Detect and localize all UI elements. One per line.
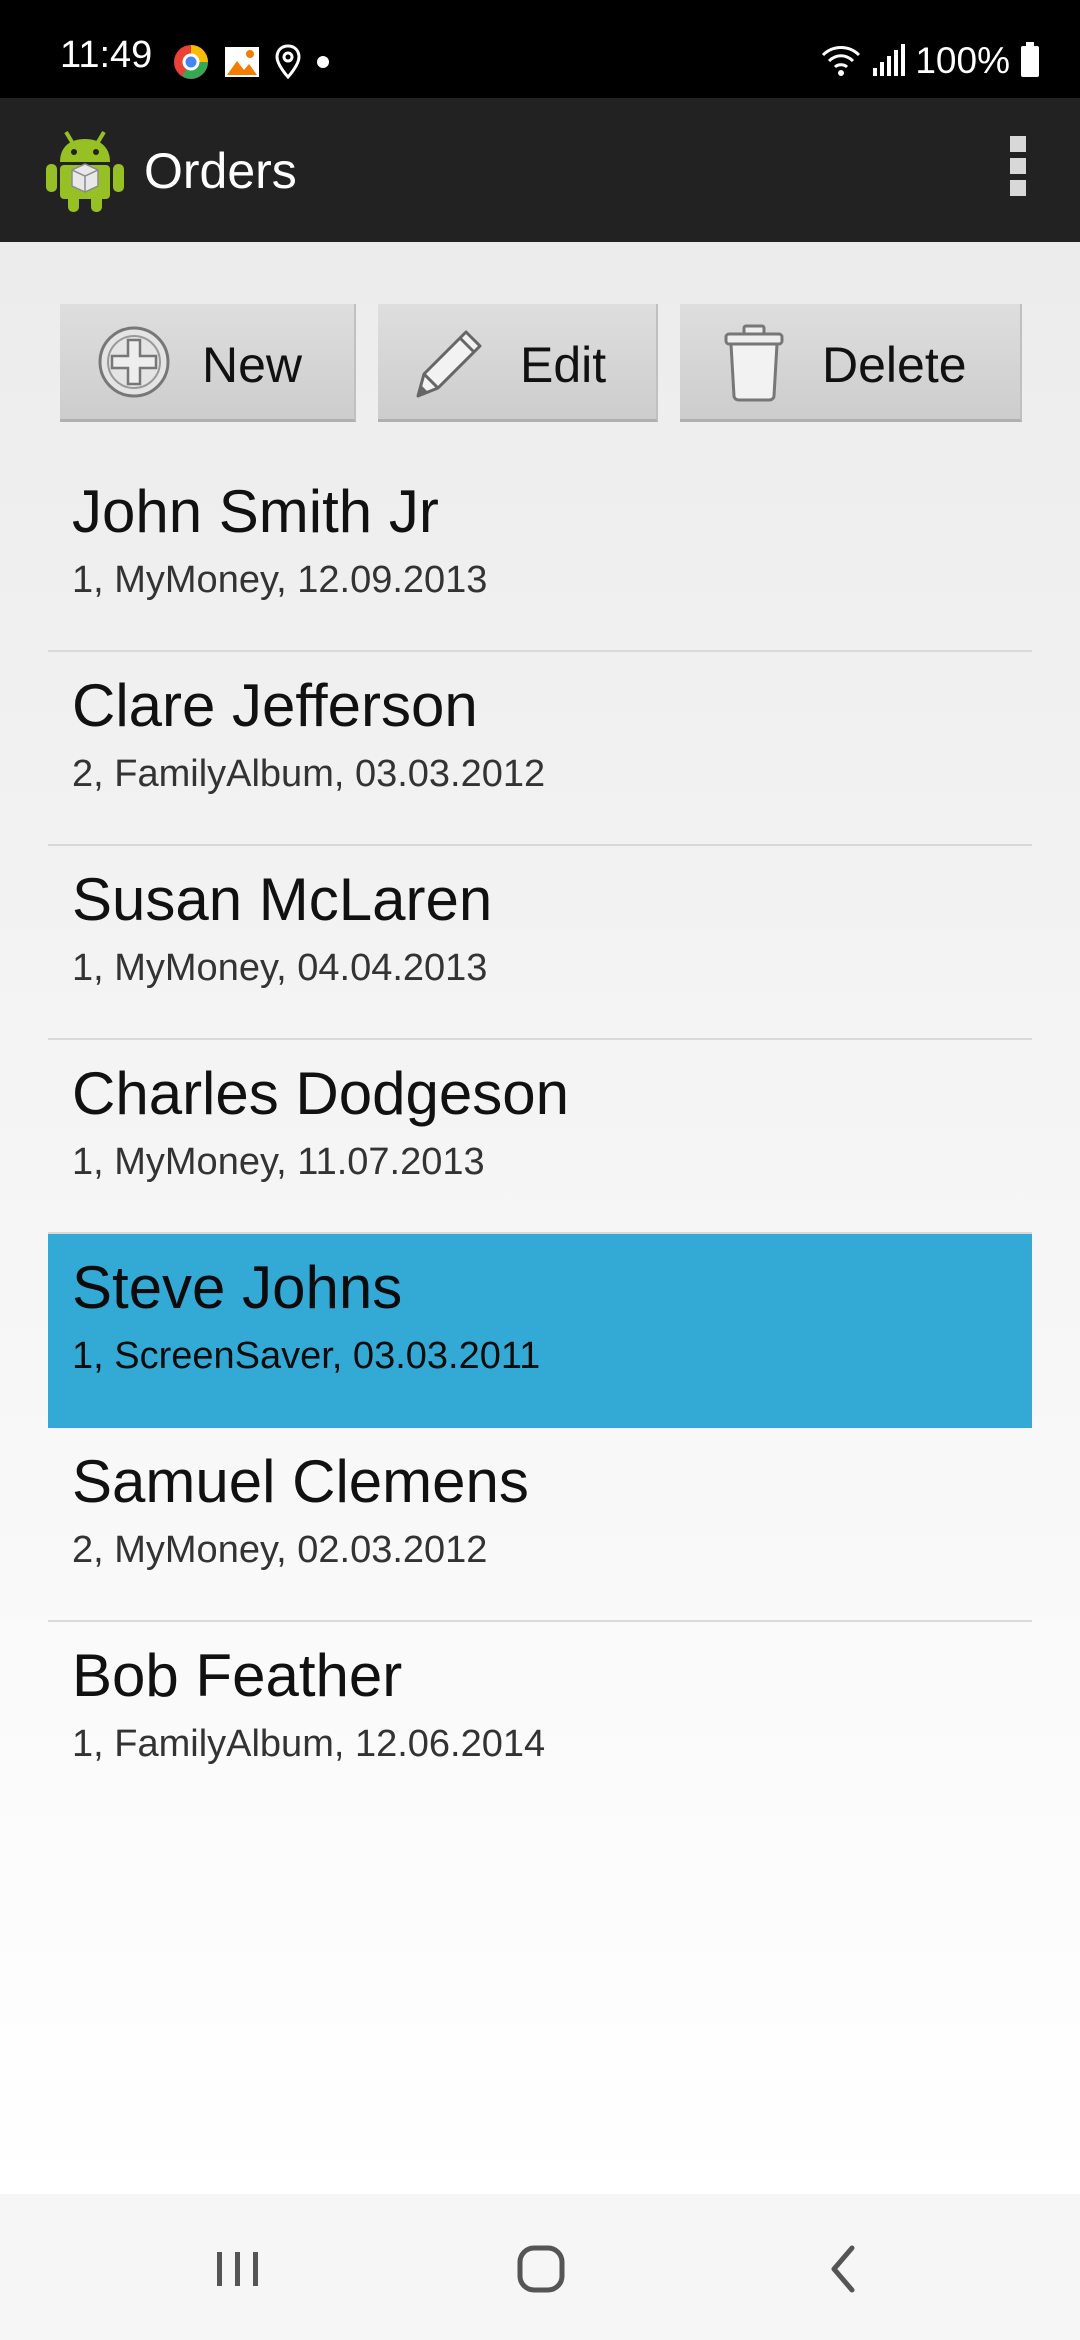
browser-icon — [174, 45, 208, 79]
list-item[interactable]: Samuel Clemens 2, MyMoney, 02.03.2012 — [48, 1428, 1032, 1622]
delete-button[interactable]: Delete — [680, 304, 1022, 422]
location-icon — [275, 44, 301, 80]
order-list: John Smith Jr 1, MyMoney, 12.09.2013 Cla… — [48, 458, 1032, 1816]
status-bar: 11:49 100% — [0, 0, 1080, 98]
signal-icon — [873, 44, 906, 76]
trash-icon — [724, 324, 784, 402]
order-details: 1, FamilyAlbum, 12.06.2014 — [72, 1723, 546, 1765]
page-title: Orders — [144, 143, 297, 199]
overflow-menu-icon[interactable] — [1006, 136, 1030, 202]
order-customer-name: Susan McLaren — [72, 866, 493, 933]
edit-button-label: Edit — [520, 337, 607, 393]
battery-percent: 100% — [915, 39, 1010, 81]
edit-button[interactable]: Edit — [378, 304, 658, 422]
wifi-icon — [822, 46, 861, 76]
order-details: 2, MyMoney, 02.03.2012 — [72, 1529, 488, 1571]
order-customer-name: Steve Johns — [72, 1254, 403, 1321]
list-item[interactable]: Charles Dodgeson 1, MyMoney, 11.07.2013 — [48, 1040, 1032, 1234]
dot-icon — [317, 56, 329, 68]
home-icon[interactable] — [506, 2234, 576, 2304]
order-customer-name: Samuel Clemens — [72, 1448, 529, 1515]
battery-icon — [1021, 42, 1039, 77]
toolbar: New Edit Delete — [0, 304, 1080, 422]
new-button[interactable]: New — [60, 304, 356, 422]
order-customer-name: Clare Jefferson — [72, 672, 478, 739]
order-details: 1, MyMoney, 12.09.2013 — [72, 559, 488, 601]
photo-notification-icon — [225, 47, 259, 77]
order-details: 1, MyMoney, 11.07.2013 — [72, 1141, 485, 1183]
list-item-selected[interactable]: Steve Johns 1, ScreenSaver, 03.03.2011 — [48, 1234, 1032, 1428]
add-icon — [98, 326, 170, 398]
recent-apps-icon[interactable] — [203, 2234, 273, 2304]
content-area: New Edit Delete John Smith Jr 1, MyMoney… — [0, 242, 1080, 2194]
order-customer-name: Bob Feather — [72, 1642, 403, 1709]
order-details: 2, FamilyAlbum, 03.03.2012 — [72, 753, 546, 795]
list-item[interactable]: Clare Jefferson 2, FamilyAlbum, 03.03.20… — [48, 652, 1032, 846]
order-details: 1, ScreenSaver, 03.03.2011 — [72, 1335, 541, 1377]
status-system-icons: 100% — [821, 40, 1040, 80]
order-customer-name: John Smith Jr — [72, 478, 439, 545]
order-details: 1, MyMoney, 04.04.2013 — [72, 947, 488, 989]
delete-button-label: Delete — [822, 337, 967, 393]
pencil-icon — [416, 330, 482, 398]
list-item[interactable]: Susan McLaren 1, MyMoney, 04.04.2013 — [48, 846, 1032, 1040]
back-icon[interactable] — [810, 2234, 880, 2304]
status-notification-icons — [172, 42, 330, 82]
order-customer-name: Charles Dodgeson — [72, 1060, 569, 1127]
new-button-label: New — [202, 337, 303, 393]
list-item[interactable]: John Smith Jr 1, MyMoney, 12.09.2013 — [48, 458, 1032, 652]
android-icon — [46, 130, 124, 212]
navigation-bar — [0, 2194, 1080, 2340]
action-bar: Orders — [0, 98, 1080, 242]
list-item[interactable]: Bob Feather 1, FamilyAlbum, 12.06.2014 — [48, 1622, 1032, 1816]
status-time: 11:49 — [60, 34, 153, 76]
